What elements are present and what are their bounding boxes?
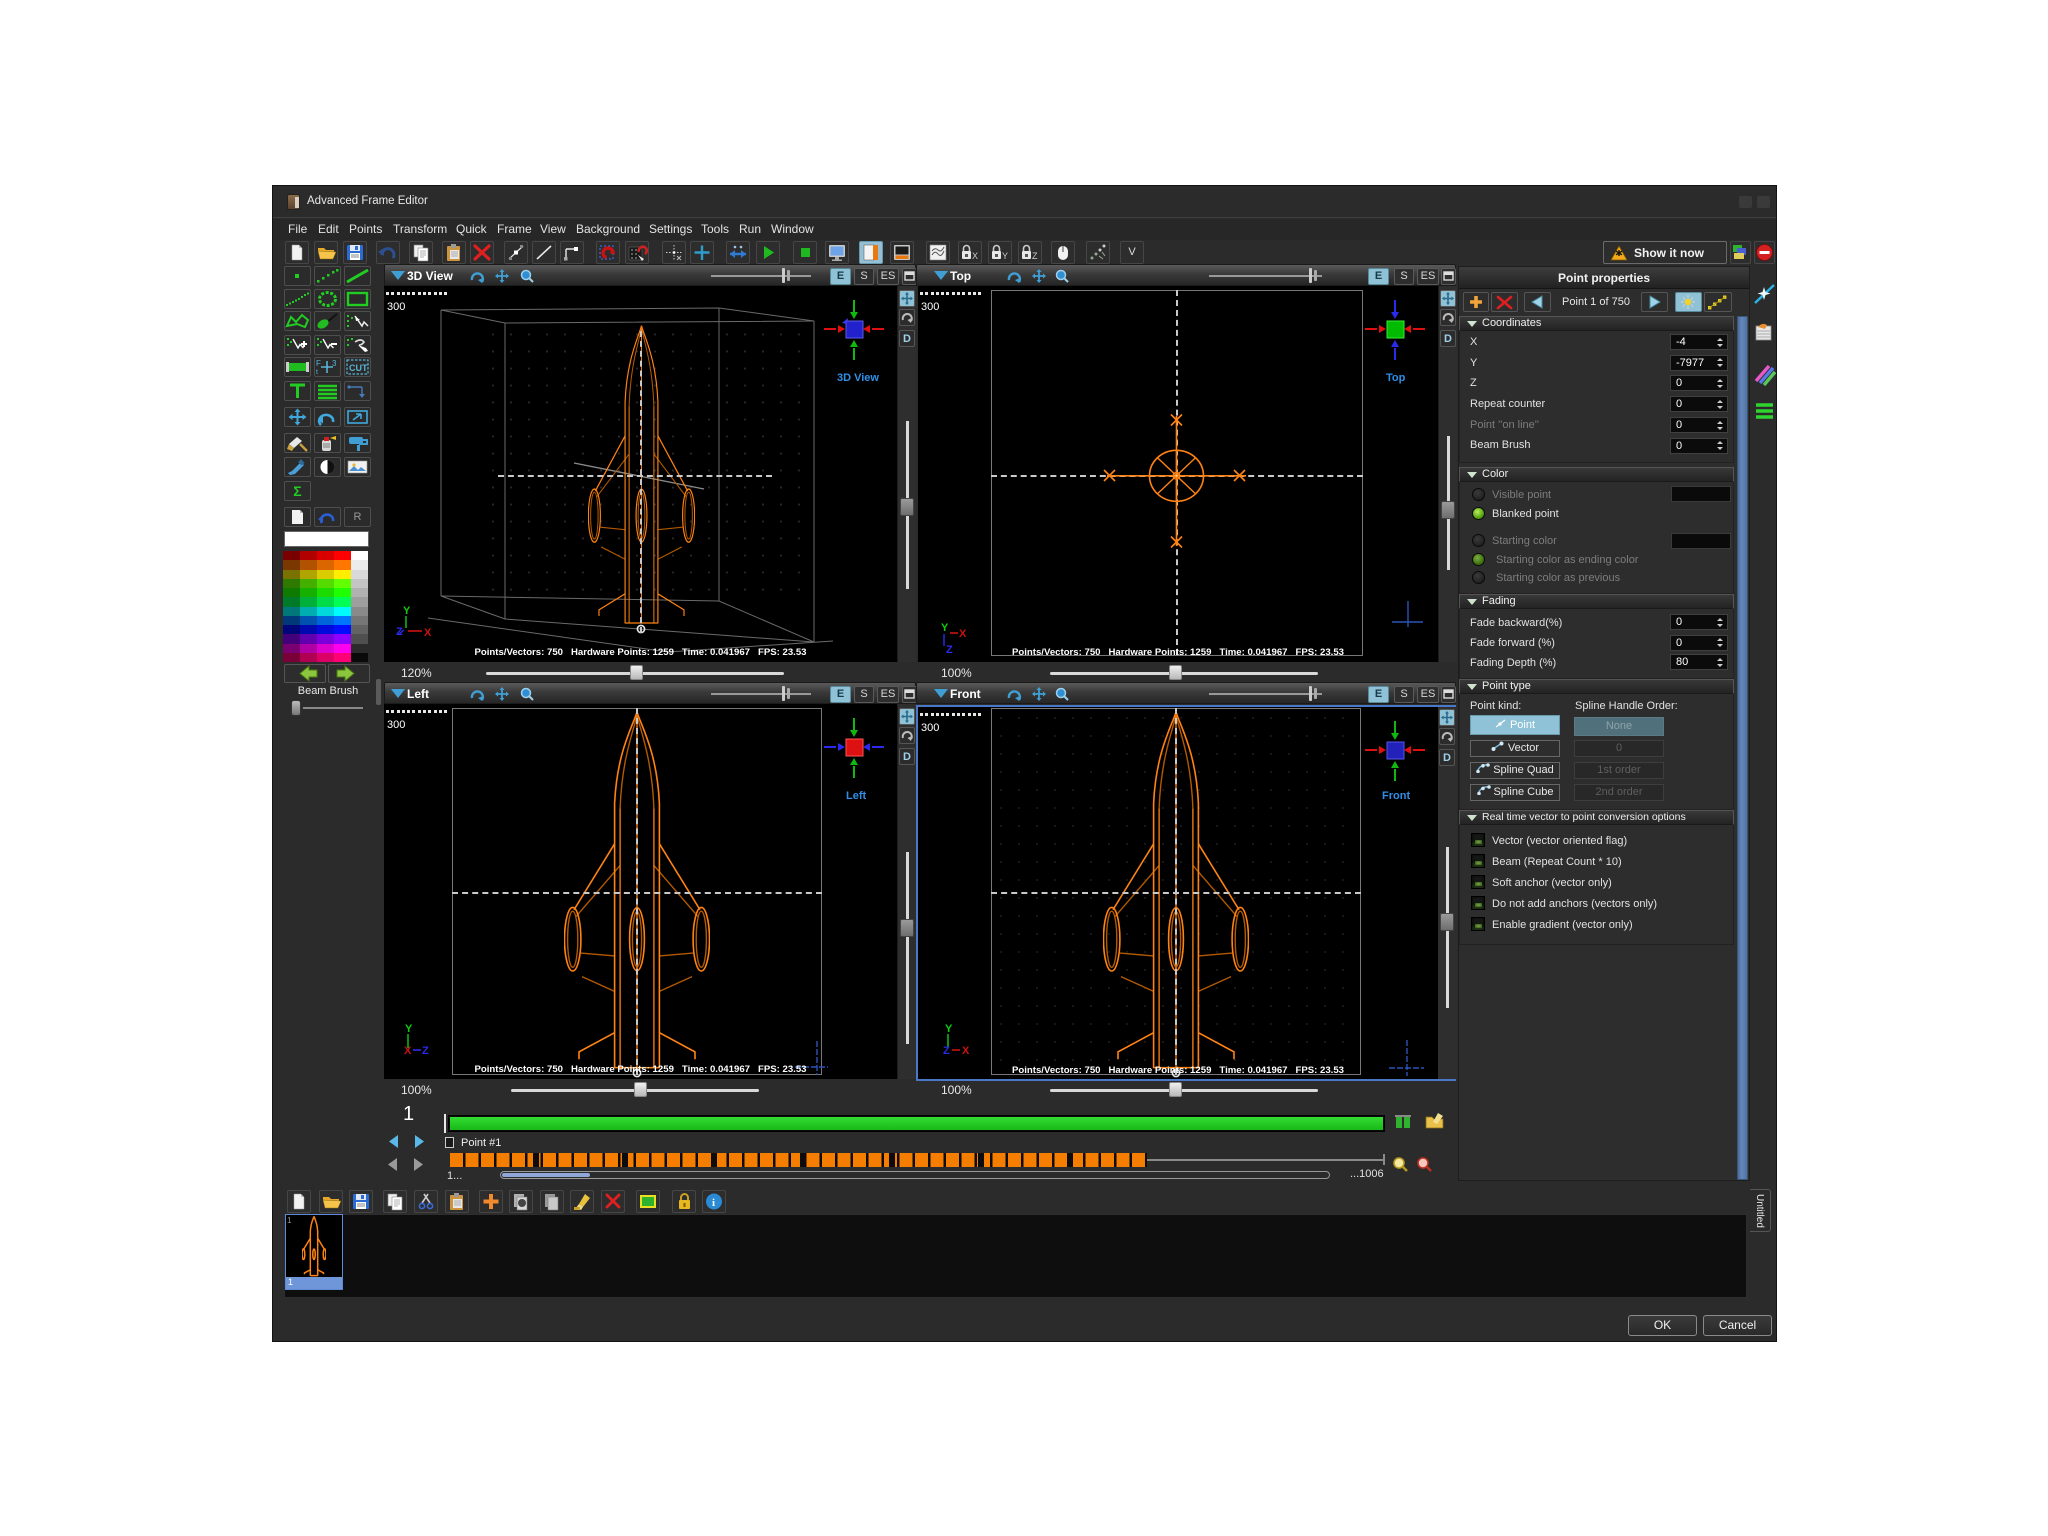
svg-text:X: X <box>424 627 432 638</box>
svg-text:CUT: CUT <box>349 363 368 373</box>
svg-text:Z: Z <box>943 1045 950 1056</box>
svg-text:Z: Z <box>1032 251 1038 261</box>
svg-text:F: F <box>316 359 321 368</box>
svg-text:Y: Y <box>405 1023 413 1035</box>
svg-text:Y: Y <box>1002 251 1008 261</box>
svg-text:i: i <box>712 1197 715 1209</box>
svg-text:X: X <box>404 1045 412 1056</box>
svg-text:t: t <box>316 369 318 376</box>
svg-text:X: X <box>959 628 967 640</box>
svg-text:X: X <box>972 251 978 261</box>
svg-text:X: X <box>962 1045 970 1056</box>
svg-text:Y: Y <box>941 622 949 634</box>
svg-text:Z: Z <box>422 1045 429 1056</box>
svg-text:Y: Y <box>403 605 411 617</box>
svg-text:Y: Y <box>945 1023 953 1035</box>
